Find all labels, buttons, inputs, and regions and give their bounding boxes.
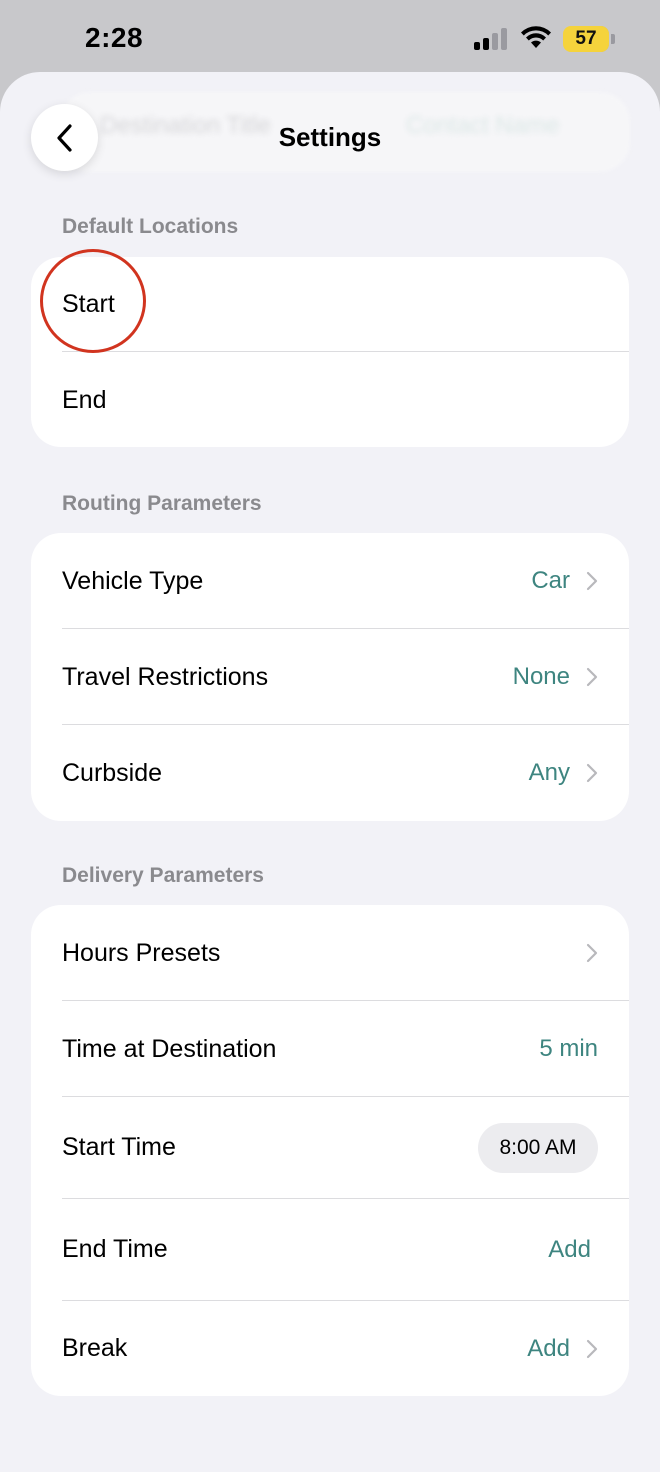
vehicle-type-label: Vehicle Type [62, 566, 204, 595]
start-time-label: Start Time [62, 1133, 176, 1161]
break-label: Break [62, 1334, 128, 1362]
section-header-routing-parameters: Routing Parameters [62, 492, 262, 515]
row-end-time[interactable]: End Time Add [62, 1199, 598, 1300]
vehicle-type-value: Car [531, 567, 570, 594]
status-time: 2:28 [85, 22, 144, 53]
chevron-right-icon [586, 943, 598, 963]
chevron-right-icon [586, 763, 598, 783]
wifi-icon [521, 26, 551, 48]
curbside-value: Any [528, 759, 570, 786]
divider [62, 351, 629, 352]
hours-presets-label: Hours Presets [62, 938, 221, 967]
row-hours-presets[interactable]: Hours Presets [62, 905, 598, 1001]
page-title: Settings [278, 122, 382, 152]
routing-parameters-card: Vehicle Type Car Travel Restrictions Non… [31, 533, 629, 821]
time-at-destination-value: 5 min [539, 1035, 598, 1062]
delivery-parameters-card: Hours Presets Time at Destination 5 min … [31, 905, 629, 1396]
nav-bar: Destination Title Contact Name Settings [0, 72, 660, 212]
row-time-at-destination[interactable]: Time at Destination 5 min [62, 1001, 598, 1097]
cellular-signal-icon [474, 28, 508, 50]
row-curbside[interactable]: Curbside Any [62, 725, 598, 821]
status-bar: 2:28 57 [0, 0, 660, 80]
battery-icon: 57 [563, 26, 609, 52]
end-time-label: End Time [62, 1235, 168, 1263]
row-vehicle-type[interactable]: Vehicle Type Car [62, 533, 598, 629]
curbside-label: Curbside [62, 758, 163, 787]
section-header-delivery-parameters: Delivery Parameters [62, 864, 264, 887]
row-travel-restrictions[interactable]: Travel Restrictions None [62, 629, 598, 725]
highlight-circle-annotation [40, 249, 146, 353]
section-header-default-locations: Default Locations [62, 215, 239, 238]
travel-restrictions-label: Travel Restrictions [62, 662, 269, 691]
start-time-picker[interactable]: 8:00 AM [478, 1122, 598, 1173]
row-start-time: Start Time 8:00 AM [62, 1097, 598, 1198]
end-time-add-button[interactable]: Add [548, 1236, 591, 1264]
chevron-right-icon [586, 571, 598, 591]
chevron-right-icon [586, 667, 598, 687]
break-add-value: Add [527, 1334, 570, 1362]
time-at-destination-label: Time at Destination [62, 1034, 277, 1063]
chevron-right-icon [586, 1339, 598, 1358]
row-break[interactable]: Break Add [62, 1301, 598, 1396]
travel-restrictions-value: None [512, 663, 570, 690]
end-label: End [62, 385, 107, 414]
row-end[interactable]: End [62, 353, 598, 447]
battery-cap [611, 34, 615, 44]
